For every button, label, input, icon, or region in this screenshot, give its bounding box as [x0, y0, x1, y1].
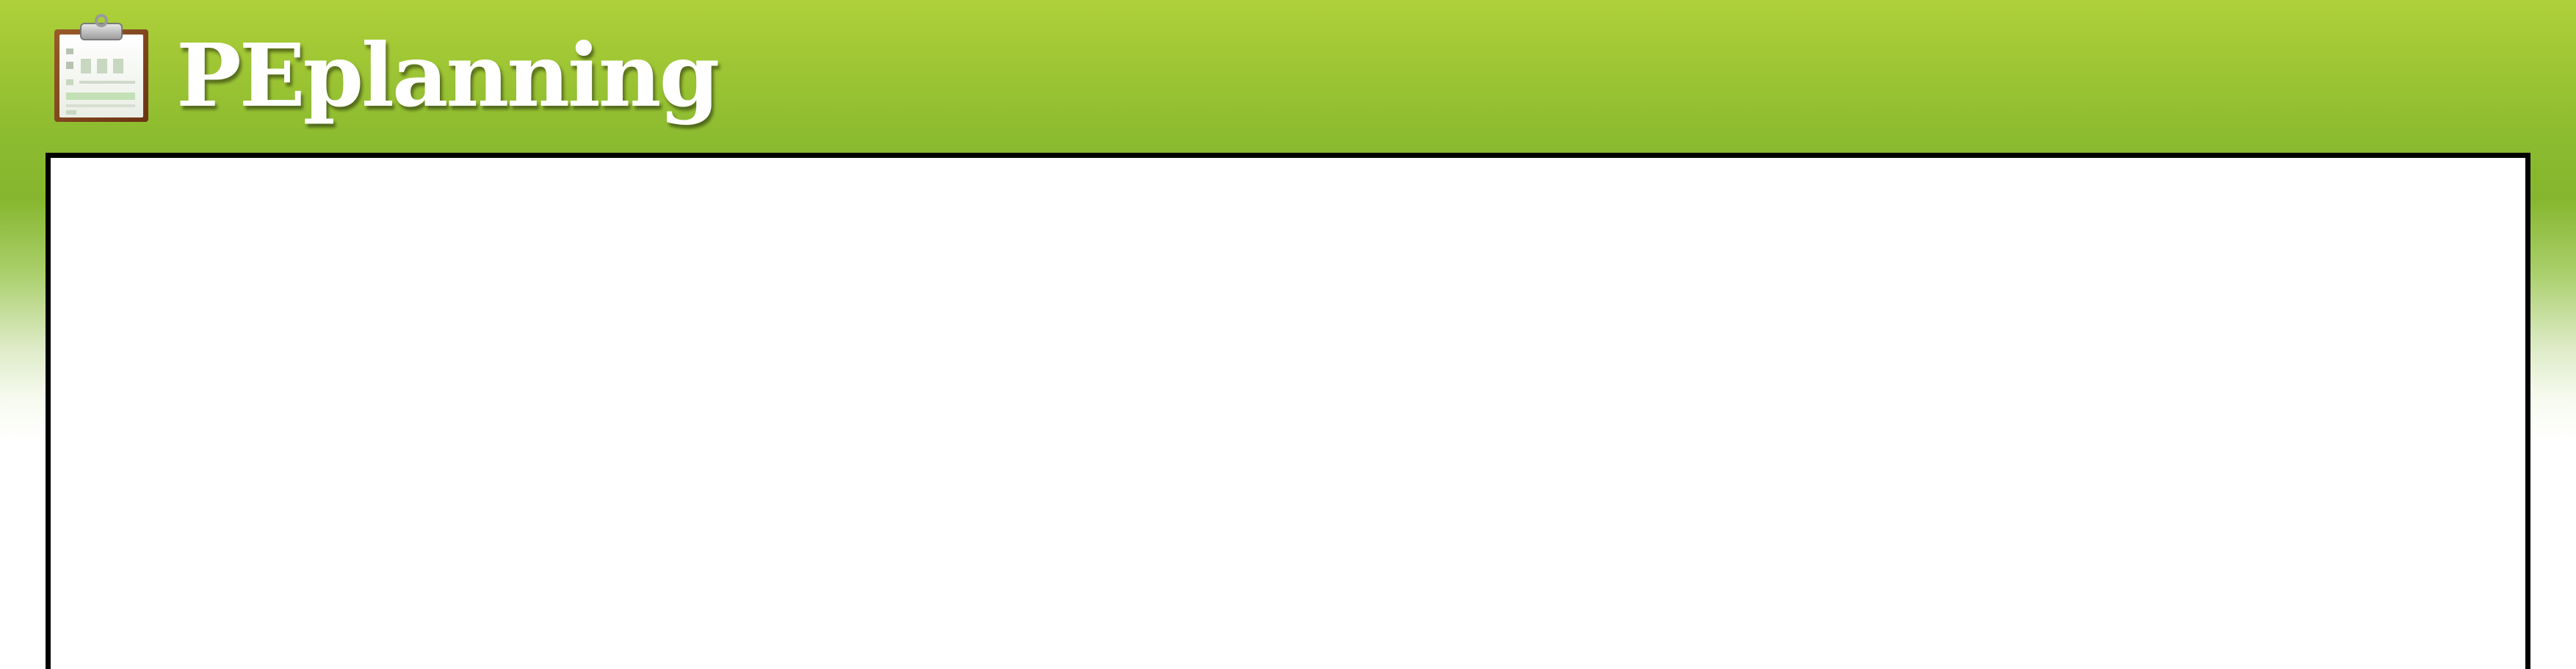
brand-title[interactable]: PEplanning — [176, 13, 720, 138]
app-header: PEplanning — [0, 0, 2576, 153]
page: PEplanning — [0, 0, 2576, 669]
main-content-panel — [46, 153, 2530, 669]
clipboard-icon — [51, 13, 151, 125]
